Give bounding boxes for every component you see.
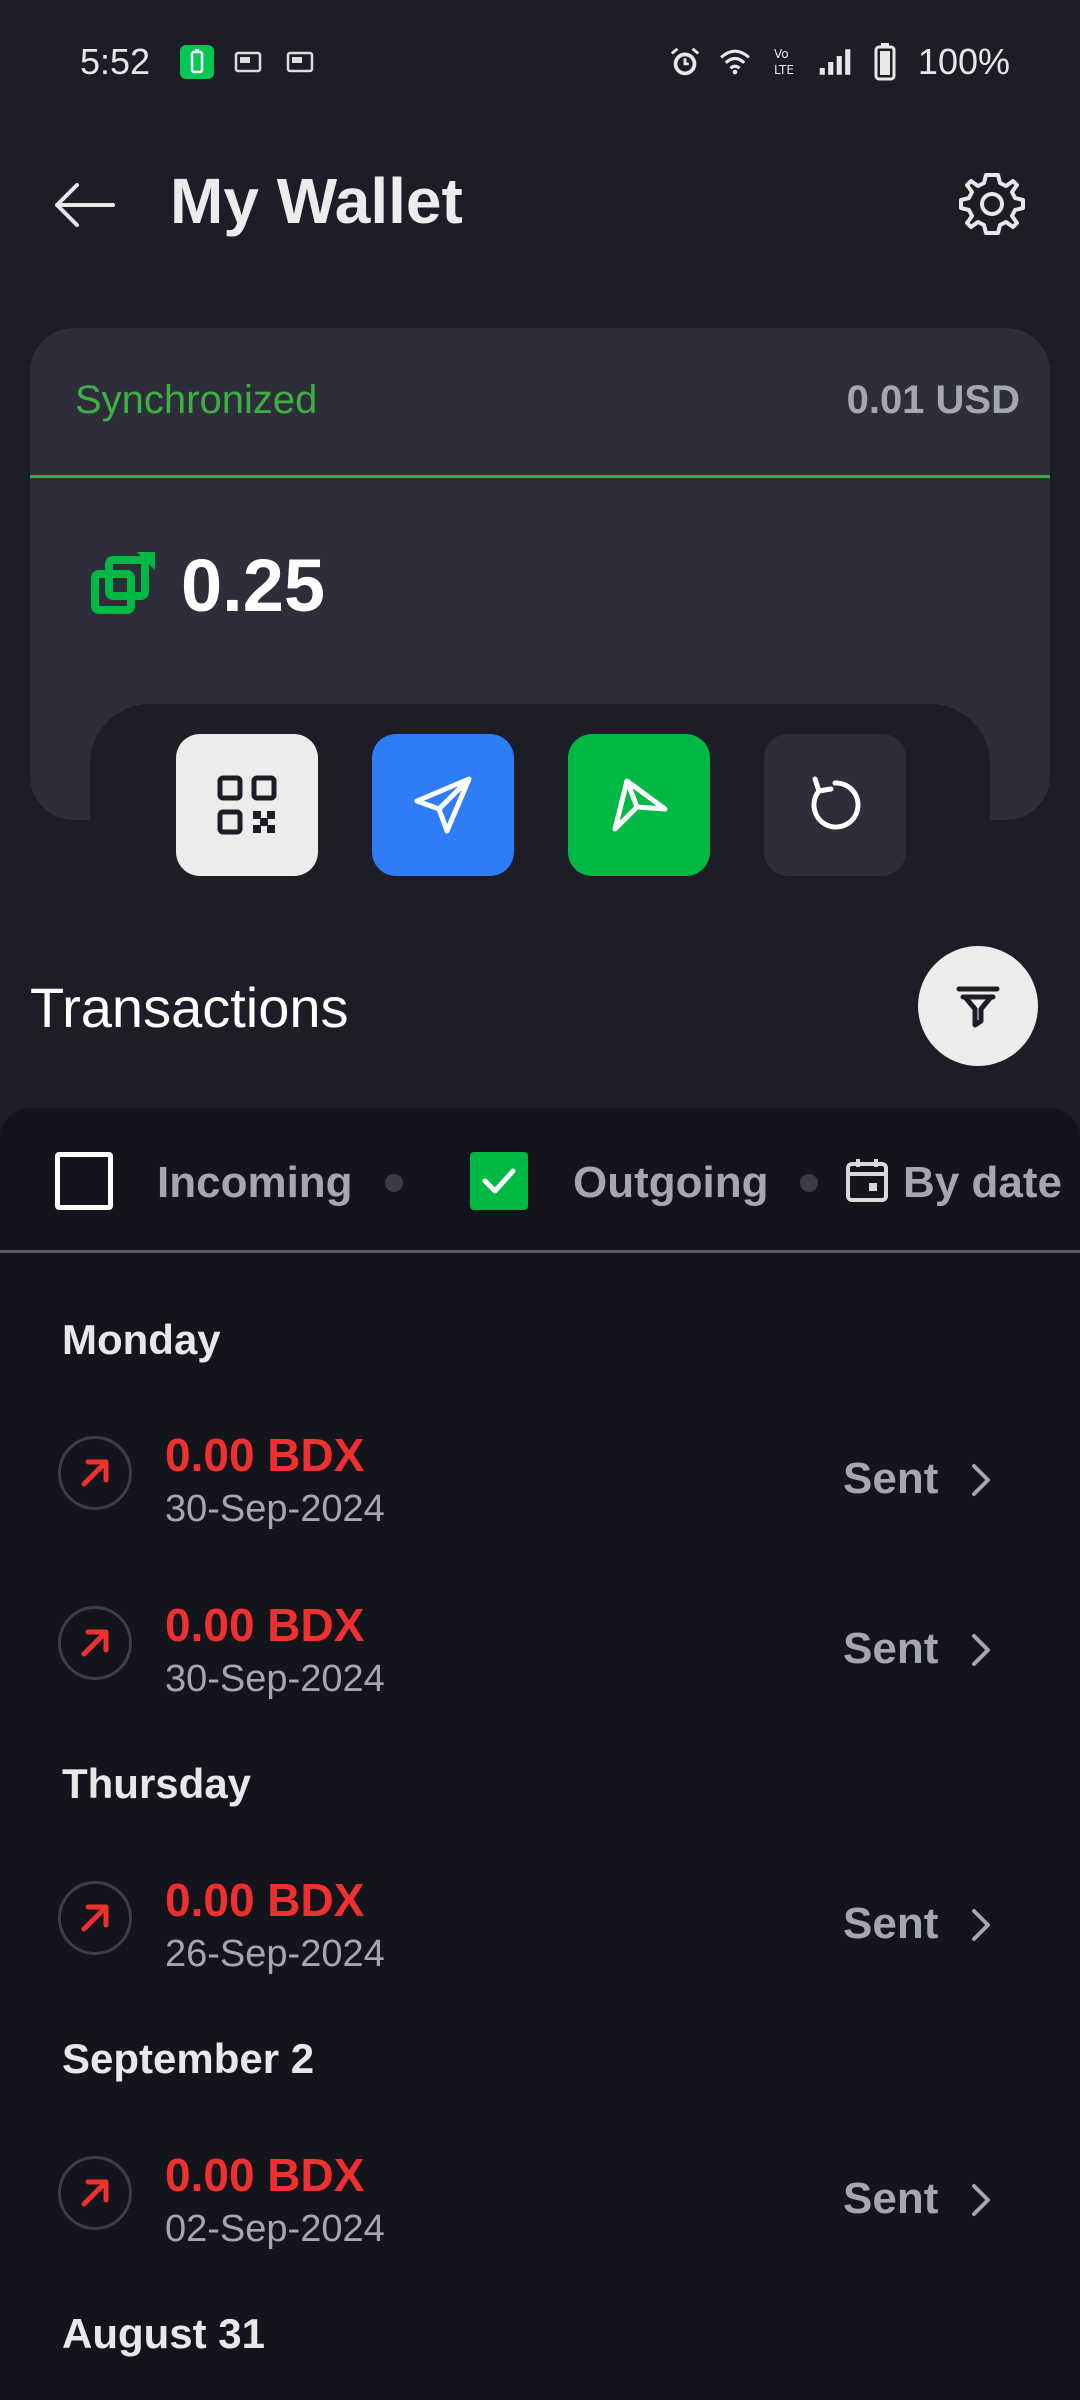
transaction-status: Sent bbox=[843, 1454, 939, 1503]
incoming-label[interactable]: Incoming bbox=[157, 1158, 353, 1208]
transaction-amount: 0.00 BDX bbox=[165, 1874, 365, 1926]
battery-icon bbox=[868, 43, 902, 81]
wallet-balance: 0.25 bbox=[181, 544, 326, 627]
outgoing-arrow-icon bbox=[58, 1606, 132, 1680]
wifi-icon bbox=[718, 45, 752, 79]
transaction-status: Sent bbox=[843, 2174, 939, 2223]
status-time: 5:52 bbox=[80, 41, 151, 82]
transaction-amount: 0.00 BDX bbox=[165, 1429, 365, 1481]
status-bar: 5:52 Vo LTE 100% bbox=[0, 0, 1080, 124]
message-notification-icon bbox=[232, 45, 266, 79]
back-arrow-icon bbox=[55, 183, 115, 227]
day-header: September 2 bbox=[62, 2035, 315, 2082]
transaction-amount: 0.00 BDX bbox=[165, 1599, 365, 1651]
check-icon bbox=[482, 1168, 516, 1194]
filter-row: Incoming Outgoing By date bbox=[0, 1108, 1080, 1253]
paper-plane-icon bbox=[414, 776, 472, 834]
day-header: Monday bbox=[62, 1316, 221, 1363]
alarm-icon bbox=[668, 45, 702, 79]
chevron-right-icon bbox=[972, 1464, 990, 1496]
chevron-right-icon bbox=[972, 1909, 990, 1941]
transaction-date: 30-Sep-2024 bbox=[165, 1658, 385, 1700]
battery-saver-icon bbox=[180, 45, 215, 79]
message-notification-icon-2 bbox=[284, 45, 318, 79]
day-header: Thursday bbox=[62, 1760, 252, 1807]
by-date-label[interactable]: By date bbox=[903, 1158, 1062, 1208]
back-button[interactable] bbox=[44, 170, 124, 240]
incoming-checkbox[interactable] bbox=[55, 1152, 113, 1210]
balance-row: 0.25 bbox=[85, 543, 325, 628]
outgoing-arrow-icon bbox=[58, 2156, 132, 2230]
refresh-icon bbox=[811, 776, 861, 830]
transactions-title: Transactions bbox=[30, 976, 349, 1039]
filter-button[interactable] bbox=[918, 946, 1038, 1066]
transaction-status: Sent bbox=[843, 1624, 939, 1673]
qr-code-icon bbox=[217, 775, 277, 835]
notification-icons bbox=[180, 45, 318, 79]
transaction-row[interactable]: 0.00 BDX 02-Sep-2024 Sent bbox=[0, 2128, 1080, 2278]
flash-send-button[interactable] bbox=[568, 734, 710, 876]
battery-percent: 100% bbox=[917, 41, 1010, 82]
filter-icon bbox=[956, 986, 1000, 1028]
send-button[interactable] bbox=[372, 734, 514, 876]
transaction-date: 30-Sep-2024 bbox=[165, 1488, 385, 1530]
svg-text:LTE: LTE bbox=[774, 63, 794, 77]
transaction-row[interactable]: 0.00 BDX 30-Sep-2024 Sent bbox=[0, 1578, 1080, 1728]
settings-button[interactable] bbox=[952, 164, 1032, 244]
receive-qr-button[interactable] bbox=[176, 734, 318, 876]
send-arrow-icon bbox=[612, 778, 668, 832]
separator-dot bbox=[385, 1174, 403, 1192]
transactions-panel: Incoming Outgoing By date Monday 0.00 BD… bbox=[0, 1108, 1080, 2400]
transaction-date: 02-Sep-2024 bbox=[165, 2208, 385, 2250]
beldex-coin-icon bbox=[91, 551, 155, 614]
sync-status: Synchronized bbox=[75, 378, 318, 422]
signal-icon bbox=[818, 45, 852, 79]
transaction-status: Sent bbox=[843, 1899, 939, 1948]
outgoing-arrow-icon bbox=[58, 1881, 132, 1955]
system-status: Vo LTE 100% bbox=[668, 41, 1010, 83]
svg-text:Vo: Vo bbox=[774, 47, 789, 61]
sync-row: Synchronized 0.01 USD bbox=[30, 328, 1050, 478]
transaction-amount: 0.00 BDX bbox=[165, 2149, 365, 2201]
action-tray bbox=[90, 704, 990, 924]
volte-icon: Vo LTE bbox=[768, 45, 802, 79]
outgoing-arrow-icon bbox=[58, 1436, 132, 1510]
chevron-right-icon bbox=[972, 1634, 990, 1666]
gear-icon bbox=[959, 173, 1025, 235]
usd-value: 0.01 USD bbox=[846, 378, 1020, 422]
transaction-date: 26-Sep-2024 bbox=[165, 1933, 385, 1975]
rescan-button[interactable] bbox=[764, 734, 906, 876]
calendar-icon[interactable] bbox=[845, 1157, 889, 1203]
separator-dot bbox=[800, 1174, 818, 1192]
transaction-row[interactable]: 0.00 BDX 26-Sep-2024 Sent bbox=[0, 1853, 1080, 2003]
transaction-row[interactable]: 0.00 BDX 30-Sep-2024 Sent bbox=[0, 1408, 1080, 1558]
outgoing-label[interactable]: Outgoing bbox=[573, 1158, 769, 1208]
page-title: My Wallet bbox=[170, 165, 463, 237]
chevron-right-icon bbox=[972, 2184, 990, 2216]
app-header: My Wallet bbox=[0, 140, 1080, 270]
outgoing-checkbox[interactable] bbox=[470, 1152, 528, 1210]
day-header: August 31 bbox=[62, 2310, 266, 2357]
